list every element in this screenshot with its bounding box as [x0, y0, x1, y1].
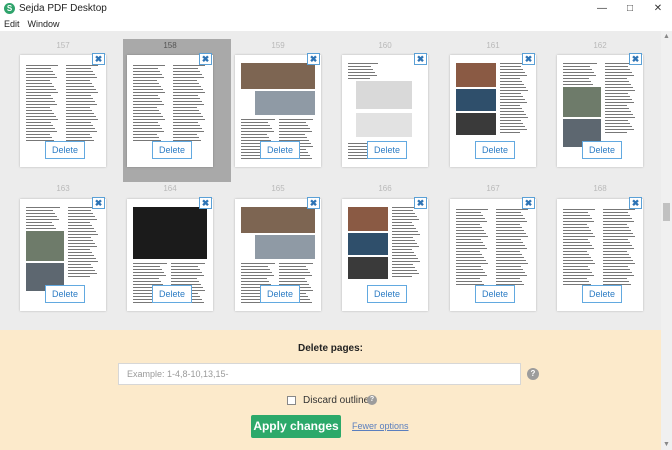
delete-pages-title: Delete pages: [297, 343, 364, 354]
page-number: 163 [56, 184, 70, 193]
pages-to-delete-input[interactable] [118, 363, 521, 385]
close-window-button[interactable]: ✕ [644, 0, 672, 17]
delete-pages-panel: Delete pages: ? Discard outline ? Apply … [0, 330, 661, 450]
delete-page-button[interactable]: Delete [45, 141, 85, 159]
delete-page-button[interactable]: Delete [475, 141, 515, 159]
page-number: 160 [378, 41, 392, 50]
page-number: 157 [56, 41, 70, 50]
discard-outline-label[interactable]: Discard outline [303, 395, 369, 406]
delete-page-button[interactable]: Delete [582, 141, 622, 159]
title-bar: S Sejda PDF Desktop — □ ✕ [0, 0, 672, 17]
apply-changes-button[interactable]: Apply changes [251, 415, 341, 438]
remove-page-icon[interactable]: ✖ [522, 197, 535, 209]
remove-page-icon[interactable]: ✖ [629, 53, 642, 65]
remove-page-icon[interactable]: ✖ [414, 197, 427, 209]
delete-page-button[interactable]: Delete [475, 285, 515, 303]
delete-page-button[interactable]: Delete [367, 141, 407, 159]
scroll-down-icon[interactable]: ▼ [661, 439, 672, 450]
remove-page-icon[interactable]: ✖ [92, 53, 105, 65]
menu-window[interactable]: Window [28, 19, 60, 29]
maximize-button[interactable]: □ [616, 0, 644, 17]
menu-bar: Edit Window [0, 17, 672, 30]
remove-page-icon[interactable]: ✖ [199, 197, 212, 209]
scrollbar-thumb[interactable] [663, 203, 670, 221]
page-number: 165 [271, 184, 285, 193]
remove-page-icon[interactable]: ✖ [92, 197, 105, 209]
page-number: 164 [163, 184, 177, 193]
page-number: 158 [163, 41, 177, 50]
remove-page-icon[interactable]: ✖ [629, 197, 642, 209]
remove-page-icon[interactable]: ✖ [307, 197, 320, 209]
page-number: 168 [593, 184, 607, 193]
remove-page-icon[interactable]: ✖ [414, 53, 427, 65]
page-number: 161 [486, 41, 500, 50]
minimize-button[interactable]: — [588, 0, 616, 17]
menu-edit[interactable]: Edit [4, 19, 20, 29]
remove-page-icon[interactable]: ✖ [307, 53, 320, 65]
remove-page-icon[interactable]: ✖ [522, 53, 535, 65]
remove-page-icon[interactable]: ✖ [199, 53, 212, 65]
page-number: 159 [271, 41, 285, 50]
delete-page-button[interactable]: Delete [260, 285, 300, 303]
page-number: 166 [378, 184, 392, 193]
delete-page-button[interactable]: Delete [582, 285, 622, 303]
delete-page-button[interactable]: Delete [367, 285, 407, 303]
delete-page-button[interactable]: Delete [260, 141, 300, 159]
window-title: Sejda PDF Desktop [19, 3, 107, 14]
discard-outline-checkbox[interactable] [287, 396, 296, 405]
delete-page-button[interactable]: Delete [152, 141, 192, 159]
window-controls: — □ ✕ [588, 0, 672, 17]
discard-outline-help-icon[interactable]: ? [367, 395, 377, 405]
sejda-logo-icon: S [4, 3, 15, 14]
fewer-options-link[interactable]: Fewer options [352, 421, 409, 431]
help-icon[interactable]: ? [527, 368, 539, 380]
page-number: 162 [593, 41, 607, 50]
page-number: 167 [486, 184, 500, 193]
vertical-scrollbar[interactable]: ▲ ▼ [661, 31, 672, 450]
delete-page-button[interactable]: Delete [45, 285, 85, 303]
scroll-up-icon[interactable]: ▲ [661, 31, 672, 42]
delete-page-button[interactable]: Delete [152, 285, 192, 303]
